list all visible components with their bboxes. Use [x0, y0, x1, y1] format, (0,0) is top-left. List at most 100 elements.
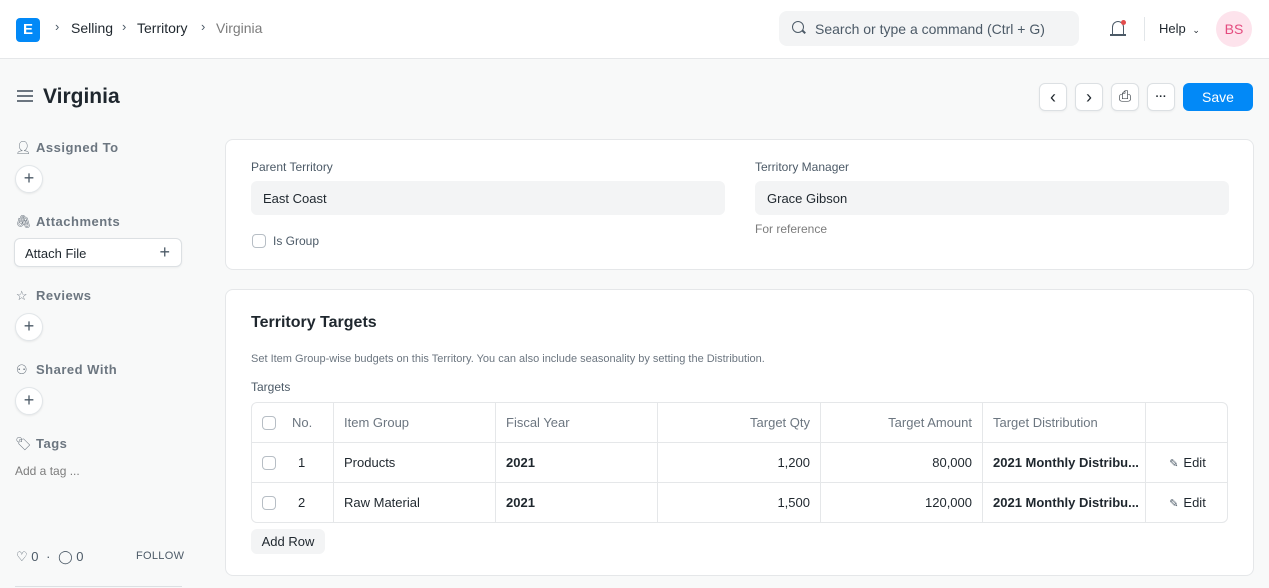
row-select-cell: 1: [252, 443, 334, 483]
header-target-amount: Target Amount: [821, 403, 983, 443]
assigned-to-label: 👤︎ Assigned To: [15, 140, 119, 155]
edit-label: Edit: [1183, 495, 1206, 510]
attach-file-button[interactable]: Attach File +: [14, 238, 182, 267]
next-record-button[interactable]: ›: [1075, 83, 1103, 111]
comments-count: 0: [76, 549, 84, 564]
more-horizontal-icon: ···: [1155, 91, 1167, 103]
section-description: Set Item Group-wise budgets on this Terr…: [251, 353, 765, 365]
chevron-right-icon: ›: [122, 19, 127, 34]
help-dropdown[interactable]: Help ⌄: [1159, 21, 1200, 36]
cell-target-distribution[interactable]: 2021 Monthly Distribu...: [983, 483, 1146, 522]
territory-manager-label: Territory Manager: [755, 160, 850, 174]
is-group-label: Is Group: [273, 234, 320, 248]
row-checkbox[interactable]: [262, 496, 276, 510]
cell-target-amount[interactable]: 80,000: [821, 443, 983, 483]
table-row[interactable]: 1 Products 2021 1,200 80,000 2021 Monthl…: [252, 443, 1227, 483]
chevron-down-icon: ⌄: [1192, 25, 1200, 35]
heart-icon[interactable]: ♡: [16, 549, 28, 564]
chevron-right-icon: ›: [55, 19, 60, 34]
printer-icon: ⎙: [1118, 88, 1131, 105]
previous-record-button[interactable]: ‹: [1039, 83, 1067, 111]
search-icon: [792, 21, 804, 33]
parent-territory-label: Parent Territory: [251, 160, 333, 174]
print-button[interactable]: ⎙: [1111, 83, 1139, 111]
cell-item-group[interactable]: Products: [334, 443, 496, 483]
app-logo[interactable]: E: [16, 18, 40, 42]
paperclip-icon: 🖇︎: [15, 214, 33, 229]
pencil-icon: ✎: [1169, 458, 1179, 470]
page-title: Virginia: [43, 85, 120, 108]
likes-comments: ♡ 0 · ◯ 0: [16, 549, 84, 564]
shared-with-label: ⚇ Shared With: [15, 362, 118, 377]
is-group-checkbox[interactable]: [252, 234, 266, 248]
header-target-distribution: Target Distribution: [983, 403, 1146, 443]
cell-target-qty[interactable]: 1,500: [658, 483, 821, 522]
attachments-label: 🖇︎ Attachments: [15, 214, 121, 229]
tags-label: 🏷︎ Tags: [15, 436, 68, 451]
section-title: Territory Targets: [251, 314, 377, 331]
add-assignee-button[interactable]: +: [15, 165, 43, 193]
likes-count: 0: [31, 549, 39, 564]
header-no: No.: [292, 415, 313, 430]
save-button[interactable]: Save: [1183, 83, 1253, 111]
select-all-checkbox[interactable]: [262, 416, 276, 430]
edit-label: Edit: [1183, 455, 1206, 470]
breadcrumb-selling[interactable]: Selling: [71, 20, 113, 36]
attach-file-label: Attach File: [25, 246, 87, 261]
cell-target-amount[interactable]: 120,000: [821, 483, 983, 522]
add-review-button[interactable]: +: [15, 313, 43, 341]
row-select-cell: 2: [252, 483, 334, 522]
help-label: Help: [1159, 21, 1186, 36]
divider: [1144, 17, 1145, 41]
header-item-group: Item Group: [334, 403, 496, 443]
star-icon: ☆: [15, 288, 29, 303]
plus-icon: +: [23, 168, 35, 188]
search-placeholder: Search or type a command (Ctrl + G): [815, 21, 1045, 37]
table-header-row: No. Item Group Fiscal Year Target Qty Ta…: [252, 403, 1227, 443]
table-row[interactable]: 2 Raw Material 2021 1,500 120,000 2021 M…: [252, 483, 1227, 522]
tag-icon: 🏷︎: [15, 436, 33, 451]
add-tag-input[interactable]: Add a tag ...: [15, 464, 80, 478]
users-icon: ⚇: [15, 362, 29, 377]
plus-icon: +: [159, 242, 170, 262]
avatar[interactable]: BS: [1216, 11, 1252, 47]
row-number: 2: [298, 495, 306, 510]
targets-table-label: Targets: [251, 380, 291, 394]
edit-row-button[interactable]: ✎ Edit: [1146, 483, 1227, 522]
cell-fiscal-year[interactable]: 2021: [496, 483, 658, 522]
header-fiscal-year: Fiscal Year: [496, 403, 658, 443]
follow-button[interactable]: FOLLOW: [136, 550, 184, 562]
hamburger-menu-icon[interactable]: [17, 90, 33, 102]
row-checkbox[interactable]: [262, 456, 276, 470]
cell-fiscal-year[interactable]: 2021: [496, 443, 658, 483]
cell-target-qty[interactable]: 1,200: [658, 443, 821, 483]
chevron-left-icon: ‹: [1050, 87, 1056, 107]
parent-territory-field[interactable]: East Coast: [251, 181, 725, 215]
notification-dot: [1121, 20, 1126, 25]
user-plus-icon: 👤︎: [15, 140, 33, 155]
plus-icon: +: [23, 390, 35, 410]
cell-item-group[interactable]: Raw Material: [334, 483, 496, 522]
reviews-label: ☆ Reviews: [15, 288, 92, 303]
header-target-qty: Target Qty: [658, 403, 821, 443]
comment-icon[interactable]: ◯: [58, 549, 73, 564]
add-share-button[interactable]: +: [15, 387, 43, 415]
territory-details-card: Parent Territory East Coast Is Group Ter…: [225, 139, 1254, 270]
navbar: E › Selling › Territory › Virginia Searc…: [0, 0, 1269, 59]
more-actions-button[interactable]: ···: [1147, 83, 1175, 111]
cell-target-distribution[interactable]: 2021 Monthly Distribu...: [983, 443, 1146, 483]
edit-row-button[interactable]: ✎ Edit: [1146, 443, 1227, 483]
divider: [15, 586, 182, 587]
header-actions: [1146, 403, 1227, 443]
search-input[interactable]: Search or type a command (Ctrl + G): [779, 11, 1079, 46]
territory-targets-card: Territory Targets Set Item Group-wise bu…: [225, 289, 1254, 576]
breadcrumb-territory[interactable]: Territory: [137, 20, 188, 36]
territory-manager-hint: For reference: [755, 222, 828, 236]
chevron-right-icon: ›: [1086, 87, 1092, 107]
add-row-button[interactable]: Add Row: [251, 529, 325, 554]
row-number: 1: [298, 455, 306, 470]
notification-bell-icon[interactable]: [1110, 20, 1126, 38]
targets-table: No. Item Group Fiscal Year Target Qty Ta…: [251, 402, 1228, 523]
territory-manager-field[interactable]: Grace Gibson: [755, 181, 1229, 215]
breadcrumb-current[interactable]: Virginia: [216, 20, 262, 36]
